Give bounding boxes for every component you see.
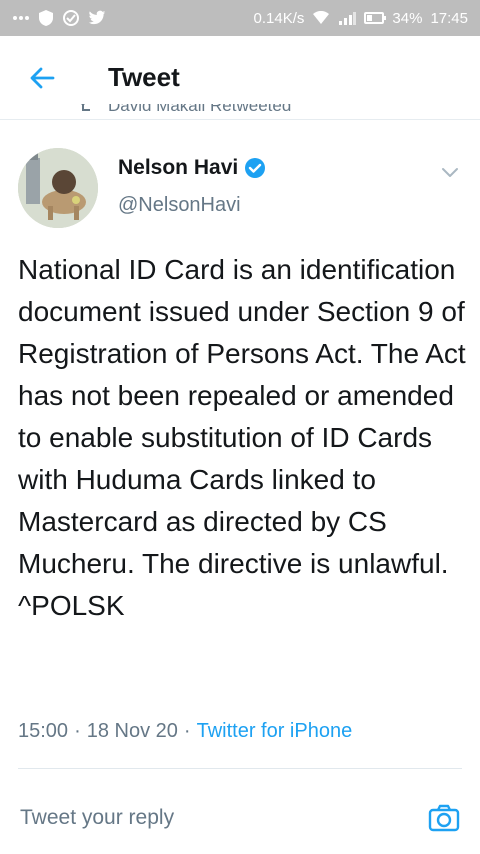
- page-title: Tweet: [108, 62, 180, 92]
- reply-bar: [0, 790, 480, 846]
- author-name[interactable]: Nelson Havi: [118, 156, 266, 180]
- meta-separator: ·: [183, 720, 191, 742]
- reply-input[interactable]: [18, 805, 382, 831]
- clock: 17:45: [430, 9, 468, 27]
- retweeted-by-text: David Makali Retweeted: [108, 104, 292, 115]
- battery-icon: [364, 12, 387, 24]
- tweet-date: 18 Nov 20: [86, 720, 178, 742]
- shield-icon: [38, 9, 54, 27]
- tweet-meta: 15:00 · 18 Nov 20 · Twitter for iPhone: [18, 720, 352, 743]
- status-right-icons: 0.14K/s 34% 17:45: [254, 10, 468, 27]
- status-bar: 0.14K/s 34% 17:45: [0, 0, 480, 36]
- battery-percent: 34%: [392, 9, 423, 27]
- avatar[interactable]: [18, 148, 98, 228]
- signal-icon: [338, 11, 357, 25]
- twitter-bird-icon: [88, 10, 106, 26]
- camera-button[interactable]: [426, 800, 462, 836]
- divider: [18, 768, 462, 769]
- circle-check-icon: [62, 9, 80, 27]
- wifi-icon: [312, 11, 330, 25]
- retweet-icon: [81, 104, 90, 111]
- back-button[interactable]: [12, 48, 72, 108]
- author-handle[interactable]: @NelsonHavi: [118, 194, 241, 217]
- tweet-options-button[interactable]: [438, 160, 462, 184]
- more-dots-icon: [12, 15, 30, 21]
- retweeted-by[interactable]: David Makali Retweeted: [80, 104, 291, 122]
- tweet-source-link[interactable]: Twitter for iPhone: [197, 720, 353, 743]
- chevron-down-icon: [442, 168, 458, 177]
- avatar-image: [18, 148, 98, 228]
- back-arrow-icon: [30, 67, 55, 88]
- tweet-time: 15:00: [18, 720, 69, 742]
- tweet-text: National ID Card is an identification do…: [18, 254, 466, 621]
- status-left-icons: [12, 9, 106, 27]
- author-name-text: Nelson Havi: [118, 156, 239, 179]
- camera-icon: [428, 804, 460, 832]
- network-speed: 0.14K/s: [253, 9, 305, 27]
- meta-separator: ·: [74, 720, 81, 742]
- verified-badge-icon: [244, 157, 266, 179]
